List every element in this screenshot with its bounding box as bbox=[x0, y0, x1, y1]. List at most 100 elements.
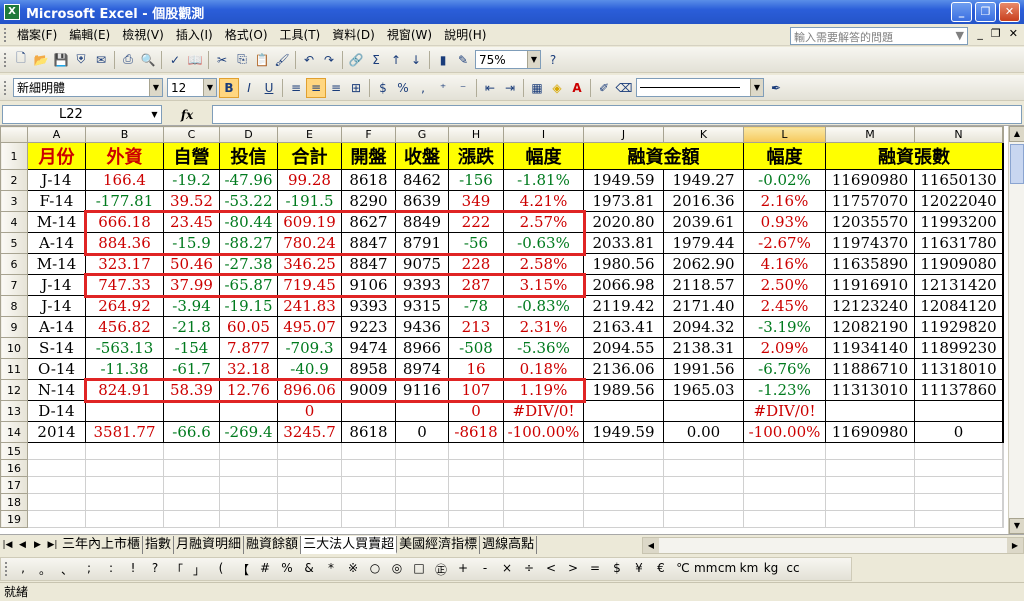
table-cell[interactable]: 495.07 bbox=[277, 316, 342, 338]
align-left-icon[interactable]: ≡ bbox=[286, 78, 306, 98]
column-header[interactable]: A bbox=[27, 126, 86, 143]
symbol-button[interactable]: 【 bbox=[232, 561, 254, 578]
decrease-indent-icon[interactable]: ⇤ bbox=[480, 78, 500, 98]
table-cell[interactable]: 2016.36 bbox=[663, 190, 744, 212]
row-header[interactable]: 6 bbox=[0, 253, 28, 275]
column-header[interactable]: N bbox=[914, 126, 1003, 143]
symbol-button[interactable]: $ bbox=[606, 561, 628, 578]
symbol-button[interactable]: 、 bbox=[56, 561, 78, 578]
table-cell[interactable]: 0.93% bbox=[743, 211, 826, 233]
fx-icon[interactable]: fx bbox=[162, 108, 212, 122]
row-header[interactable]: 19 bbox=[0, 510, 28, 528]
table-cell[interactable]: A-14 bbox=[27, 316, 86, 338]
percent-button[interactable]: % bbox=[393, 78, 413, 98]
row-header[interactable]: 1 bbox=[0, 142, 28, 170]
table-cell[interactable]: 2.57% bbox=[503, 211, 584, 233]
table-cell[interactable] bbox=[825, 459, 915, 477]
table-cell[interactable] bbox=[219, 510, 278, 528]
table-cell[interactable]: -156 bbox=[448, 169, 504, 191]
table-cell[interactable] bbox=[395, 510, 449, 528]
first-sheet-icon[interactable]: |◀ bbox=[0, 540, 15, 550]
table-cell[interactable]: 11635890 bbox=[825, 253, 915, 275]
toolbar-grip[interactable] bbox=[4, 27, 8, 42]
table-cell[interactable] bbox=[277, 459, 342, 477]
table-cell[interactable] bbox=[341, 493, 396, 511]
doc-minimize-button[interactable]: _ bbox=[977, 27, 983, 40]
table-cell[interactable] bbox=[1002, 421, 1004, 443]
table-cell[interactable]: 719.45 bbox=[277, 274, 342, 296]
table-cell[interactable]: 8639 bbox=[395, 190, 449, 212]
chevron-down-icon[interactable]: ▼ bbox=[148, 106, 161, 123]
symbol-button[interactable]: cm bbox=[716, 561, 738, 578]
menu-view[interactable]: 檢視(V) bbox=[116, 26, 170, 43]
table-cell[interactable]: 780.24 bbox=[277, 232, 342, 254]
table-cell[interactable] bbox=[503, 442, 584, 460]
header-cell[interactable]: 自營 bbox=[163, 142, 220, 170]
table-cell[interactable]: 8847 bbox=[341, 253, 396, 275]
table-cell[interactable]: 2.50% bbox=[743, 274, 826, 296]
table-cell[interactable] bbox=[825, 510, 915, 528]
symbol-button[interactable]: cc bbox=[782, 561, 804, 578]
table-cell[interactable]: 8290 bbox=[341, 190, 396, 212]
symbol-button[interactable]: km bbox=[738, 561, 760, 578]
table-cell[interactable]: 8974 bbox=[395, 358, 449, 380]
table-cell[interactable] bbox=[341, 476, 396, 494]
table-cell[interactable]: 9315 bbox=[395, 295, 449, 317]
table-cell[interactable]: 11886710 bbox=[825, 358, 915, 380]
table-cell[interactable]: 2014 bbox=[27, 421, 86, 443]
table-cell[interactable]: 1979.44 bbox=[663, 232, 744, 254]
chevron-down-icon[interactable]: ▼ bbox=[956, 29, 964, 43]
bold-button[interactable]: B bbox=[219, 77, 239, 98]
worksheet[interactable]: A B C D E F G H I J K L M N 1 月份 外資 自營 投信 合計 開盤 收盤 漲跌 幅度 融資金額 幅度融… bbox=[0, 126, 1024, 534]
font-size-select[interactable]: 12 ▼ bbox=[167, 78, 217, 97]
drawing-icon[interactable]: ✎ bbox=[453, 50, 473, 70]
symbol-button[interactable]: = bbox=[584, 561, 606, 578]
research-icon[interactable]: 📖 bbox=[185, 50, 205, 70]
symbol-button[interactable]: □ bbox=[408, 561, 430, 578]
table-cell[interactable] bbox=[27, 493, 86, 511]
table-cell[interactable]: 884.36 bbox=[85, 232, 164, 254]
menu-help[interactable]: 說明(H) bbox=[438, 26, 492, 43]
symbol-button[interactable]: - bbox=[474, 561, 496, 578]
table-cell[interactable]: 1991.56 bbox=[663, 358, 744, 380]
vertical-scrollbar[interactable]: ▲ ▼ bbox=[1008, 126, 1024, 534]
table-cell[interactable]: 60.05 bbox=[219, 316, 278, 338]
symbol-button[interactable]: ※ bbox=[342, 561, 364, 578]
table-cell[interactable]: -80.44 bbox=[219, 211, 278, 233]
table-cell[interactable] bbox=[583, 459, 664, 477]
table-cell[interactable] bbox=[914, 442, 1003, 460]
table-cell[interactable]: M-14 bbox=[27, 211, 86, 233]
table-cell[interactable]: 0.18% bbox=[503, 358, 584, 380]
table-cell[interactable]: -2.67% bbox=[743, 232, 826, 254]
table-cell[interactable]: 609.19 bbox=[277, 211, 342, 233]
table-cell[interactable]: 2136.06 bbox=[583, 358, 664, 380]
symbol-button[interactable]: ? bbox=[144, 561, 166, 578]
column-header[interactable]: J bbox=[583, 126, 664, 143]
symbol-button[interactable]: : bbox=[100, 561, 122, 578]
table-cell[interactable] bbox=[503, 476, 584, 494]
symbol-button[interactable]: ; bbox=[78, 561, 100, 578]
table-cell[interactable]: -0.63% bbox=[503, 232, 584, 254]
table-cell[interactable]: 16 bbox=[448, 358, 504, 380]
table-cell[interactable]: 2.58% bbox=[503, 253, 584, 275]
symbol-button[interactable]: , bbox=[12, 561, 34, 578]
select-all-corner[interactable] bbox=[0, 126, 28, 143]
chevron-down-icon[interactable]: ▼ bbox=[750, 79, 763, 96]
font-color-icon[interactable]: A bbox=[567, 78, 587, 98]
table-cell[interactable] bbox=[663, 400, 744, 422]
table-cell[interactable]: -27.38 bbox=[219, 253, 278, 275]
table-cell[interactable] bbox=[448, 459, 504, 477]
table-cell[interactable] bbox=[395, 476, 449, 494]
table-cell[interactable]: -563.13 bbox=[85, 337, 164, 359]
table-cell[interactable]: -66.6 bbox=[163, 421, 220, 443]
table-cell[interactable]: A-14 bbox=[27, 232, 86, 254]
table-cell[interactable]: 9393 bbox=[395, 274, 449, 296]
column-header[interactable]: H bbox=[448, 126, 504, 143]
table-cell[interactable] bbox=[1002, 295, 1004, 317]
menu-file[interactable]: 檔案(F) bbox=[11, 26, 63, 43]
table-cell[interactable]: -100.00% bbox=[743, 421, 826, 443]
row-header[interactable]: 11 bbox=[0, 358, 28, 380]
header-cell[interactable]: 合計 bbox=[277, 142, 342, 170]
table-cell[interactable] bbox=[27, 459, 86, 477]
column-header[interactable]: M bbox=[825, 126, 915, 143]
